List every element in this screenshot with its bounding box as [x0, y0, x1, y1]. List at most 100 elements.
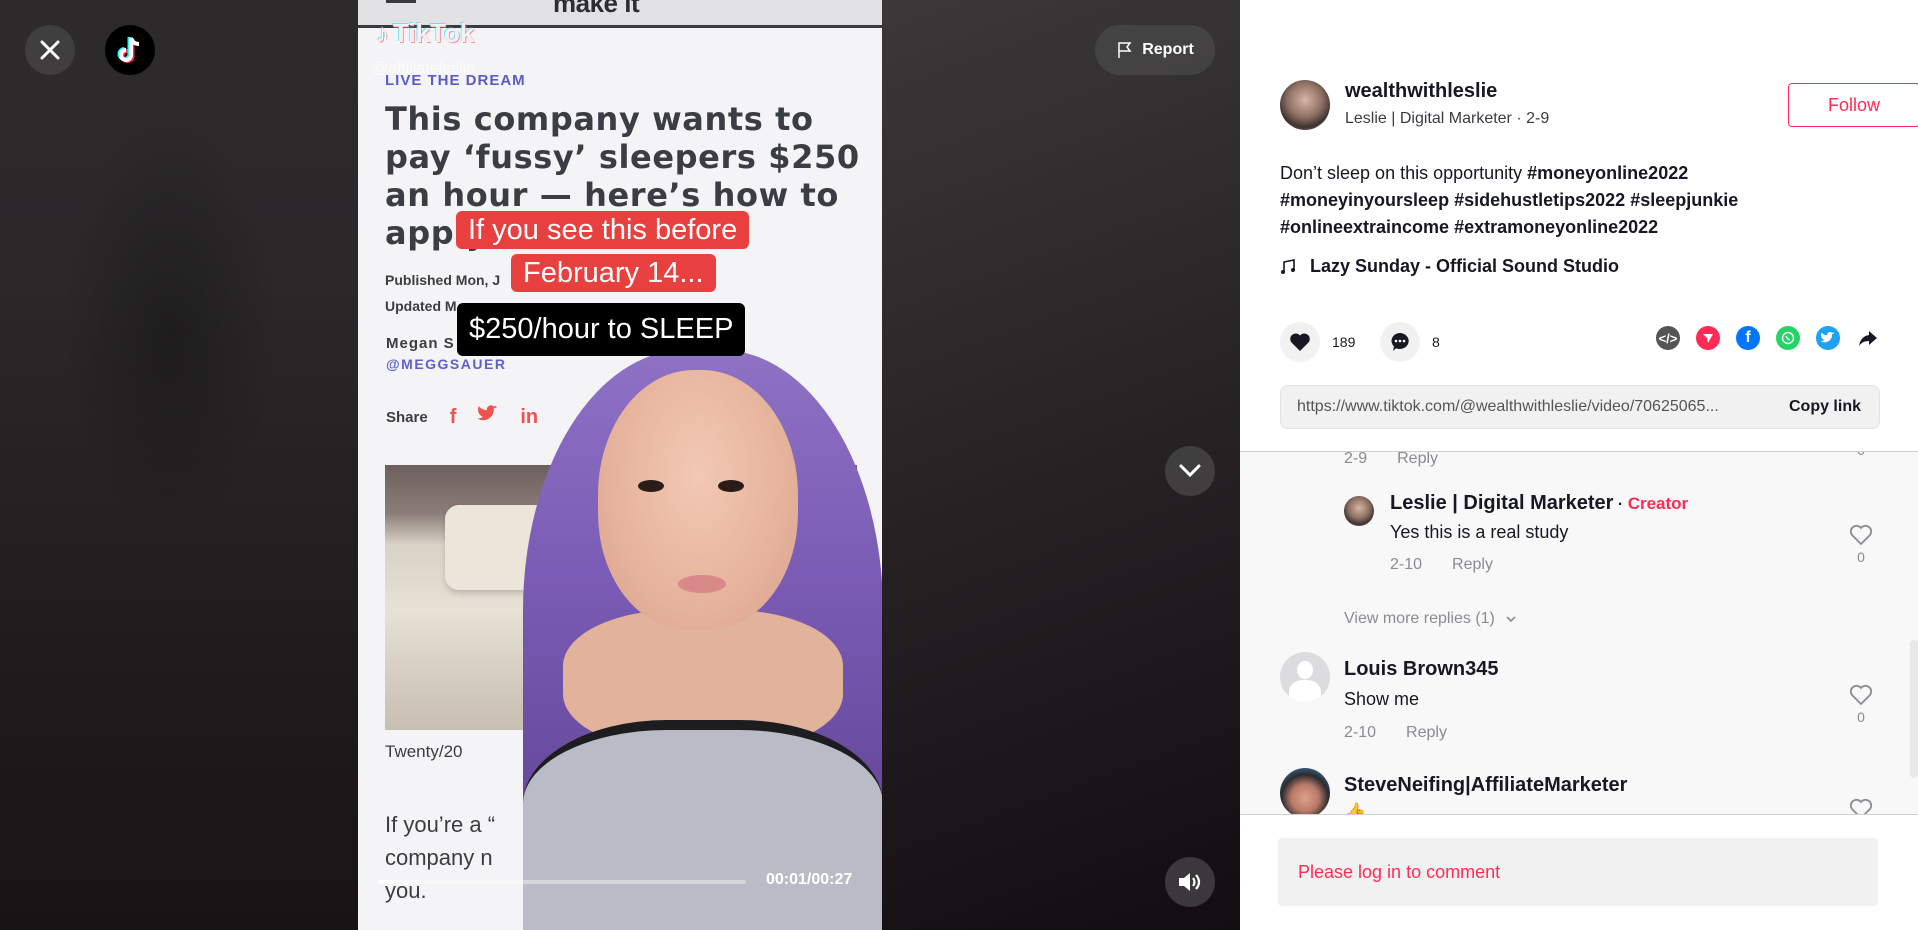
whatsapp-share-icon[interactable]	[1776, 326, 1800, 350]
video-player[interactable]: make it LIVE THE DREAM This company want…	[358, 0, 882, 930]
like-action: 189	[1280, 322, 1355, 362]
report-label: Report	[1142, 41, 1194, 58]
copy-link-box: https://www.tiktok.com/@wealthwithleslie…	[1280, 385, 1880, 429]
comment-meta: 2-10 Reply	[1390, 556, 1493, 574]
comments-scrollbar[interactable]	[1910, 640, 1918, 778]
description-text: Don’t sleep on this opportunity	[1280, 163, 1528, 183]
hashtag-link[interactable]: #moneyonline2022	[1527, 163, 1688, 183]
music-title: Lazy Sunday - Official Sound Studio	[1310, 256, 1620, 276]
comment-like-count: 0	[1857, 709, 1865, 725]
action-bar: 189 8 </> f	[1280, 322, 1880, 364]
tiktok-watermark: ♪ TikTok	[376, 18, 474, 49]
comment-avatar[interactable]	[1344, 496, 1374, 526]
copy-link-button[interactable]: Copy link	[1789, 398, 1861, 416]
article-brand: make it	[553, 0, 640, 18]
heart-outline-icon[interactable]	[1849, 684, 1873, 706]
comment-avatar[interactable]	[1280, 652, 1330, 702]
comment-item: Louis Brown345 Show me 2-10 Reply	[1280, 652, 1880, 752]
comment-meta: 2-10 Reply	[1344, 724, 1447, 742]
video-stage: Report make it LIVE THE DREAM This compa…	[0, 0, 1240, 930]
send-to-friends-icon[interactable]	[1696, 326, 1720, 350]
video-description: Don’t sleep on this opportunity #moneyon…	[1280, 160, 1880, 241]
embed-icon[interactable]: </>	[1656, 326, 1680, 350]
person-face	[598, 370, 798, 630]
video-progress-fill	[378, 880, 392, 884]
like-button[interactable]	[1280, 322, 1320, 362]
comment-count: 8	[1432, 334, 1440, 350]
view-more-replies-button[interactable]: View more replies (1)	[1344, 610, 1517, 628]
blurred-background-left	[0, 0, 358, 930]
close-button[interactable]	[25, 25, 75, 75]
comment-bubble-icon	[1391, 333, 1409, 351]
comment-author[interactable]: Louis Brown345	[1344, 658, 1498, 681]
comment-avatar[interactable]	[1280, 768, 1330, 814]
twitter-share-icon[interactable]	[1816, 326, 1840, 350]
article-body-line: If you’re a “	[385, 812, 496, 837]
reply-button[interactable]: Reply	[1397, 452, 1438, 468]
comment-author[interactable]: SteveNeifing|AffiliateMarketer	[1344, 774, 1627, 797]
person-lips	[678, 575, 726, 593]
hashtag-link[interactable]: #onlineextraincome	[1280, 217, 1449, 237]
hashtag-link[interactable]: #sidehustletips2022	[1454, 190, 1625, 210]
chevron-down-icon	[1179, 464, 1201, 478]
comment-item: Leslie | Digital Marketer · Creator Yes …	[1344, 492, 1904, 592]
report-button[interactable]: Report	[1095, 25, 1215, 75]
caption-line-1: If you see this before	[456, 211, 750, 249]
comment-date: 2-10	[1390, 556, 1423, 573]
volume-button[interactable]	[1165, 857, 1215, 907]
facebook-icon: f	[449, 405, 457, 428]
share-icons: </> f	[1656, 326, 1880, 350]
article-body-line: you.	[385, 878, 427, 903]
watermark-brand: TikTok	[393, 18, 475, 48]
comments-list[interactable]: 2-9 Reply 0 Leslie | Digital Marketer · …	[1240, 451, 1918, 815]
heart-outline-icon[interactable]	[1849, 798, 1873, 815]
comment-like: 0	[1846, 524, 1876, 565]
comment-text: Yes this is a real study	[1390, 522, 1569, 542]
hashtag-link[interactable]: #sleepjunkie	[1630, 190, 1738, 210]
comment-date: 2-10	[1344, 724, 1377, 741]
details-panel: wealthwithleslie Leslie | Digital Market…	[1240, 0, 1918, 930]
author-username[interactable]: wealthwithleslie	[1345, 80, 1497, 103]
article-menu-icon	[386, 0, 416, 3]
comment-author[interactable]: Leslie | Digital Marketer	[1390, 492, 1613, 514]
video-progress-bar[interactable]	[378, 880, 746, 884]
comment-like-count: 0	[1857, 549, 1865, 565]
article-published: Published Mon, J	[385, 272, 501, 288]
more-share-icon[interactable]	[1856, 326, 1880, 350]
hashtag-link[interactable]: #extramoneyonline2022	[1454, 217, 1658, 237]
reply-button[interactable]: Reply	[1406, 724, 1447, 742]
reply-button[interactable]: Reply	[1452, 556, 1493, 574]
tiktok-note-icon	[117, 37, 140, 63]
login-to-comment-button[interactable]: Please log in to comment	[1278, 838, 1878, 906]
article-updated: Updated M	[385, 298, 457, 314]
hashtag-link[interactable]: #moneyinyoursleep	[1280, 190, 1449, 210]
creator-person	[523, 330, 882, 930]
article-author-handle: @MEGGSAUER	[386, 356, 507, 372]
article-body-line: company n	[385, 845, 493, 870]
comment-meta: 2-9 Reply	[1344, 452, 1438, 468]
flag-icon	[1118, 42, 1132, 58]
music-note-icon	[1281, 258, 1295, 274]
comment-item: SteveNeifing|AffiliateMarketer 👍	[1280, 768, 1880, 814]
comment-separator: ·	[1617, 496, 1624, 513]
watermark-handle: @affiliateleslie	[372, 60, 476, 77]
author-subtitle: Leslie | Digital Marketer · 2-9	[1345, 110, 1550, 127]
follow-button[interactable]: Follow	[1788, 83, 1918, 127]
watermark-note-icon: ♪	[376, 18, 389, 48]
article-image-credit: Twenty/20	[385, 742, 463, 761]
next-video-button[interactable]	[1165, 446, 1215, 496]
article-share-row: Share f in	[386, 405, 538, 429]
comment-like: 0	[1846, 684, 1876, 725]
chevron-down-icon	[1506, 616, 1516, 623]
tiktok-logo[interactable]	[105, 25, 155, 75]
comment-button[interactable]	[1380, 322, 1420, 362]
heart-outline-icon[interactable]	[1849, 524, 1873, 546]
article-body: If you’re a “ company n you.	[385, 808, 495, 907]
person-eye	[718, 480, 744, 492]
music-link[interactable]: Lazy Sunday - Official Sound Studio	[1280, 256, 1619, 277]
video-link-url[interactable]: https://www.tiktok.com/@wealthwithleslie…	[1297, 398, 1719, 416]
author-avatar[interactable]	[1280, 80, 1330, 130]
view-more-label: View more replies (1)	[1344, 610, 1495, 627]
caption-line-2: February 14...	[511, 254, 716, 292]
facebook-share-icon[interactable]: f	[1736, 326, 1760, 350]
